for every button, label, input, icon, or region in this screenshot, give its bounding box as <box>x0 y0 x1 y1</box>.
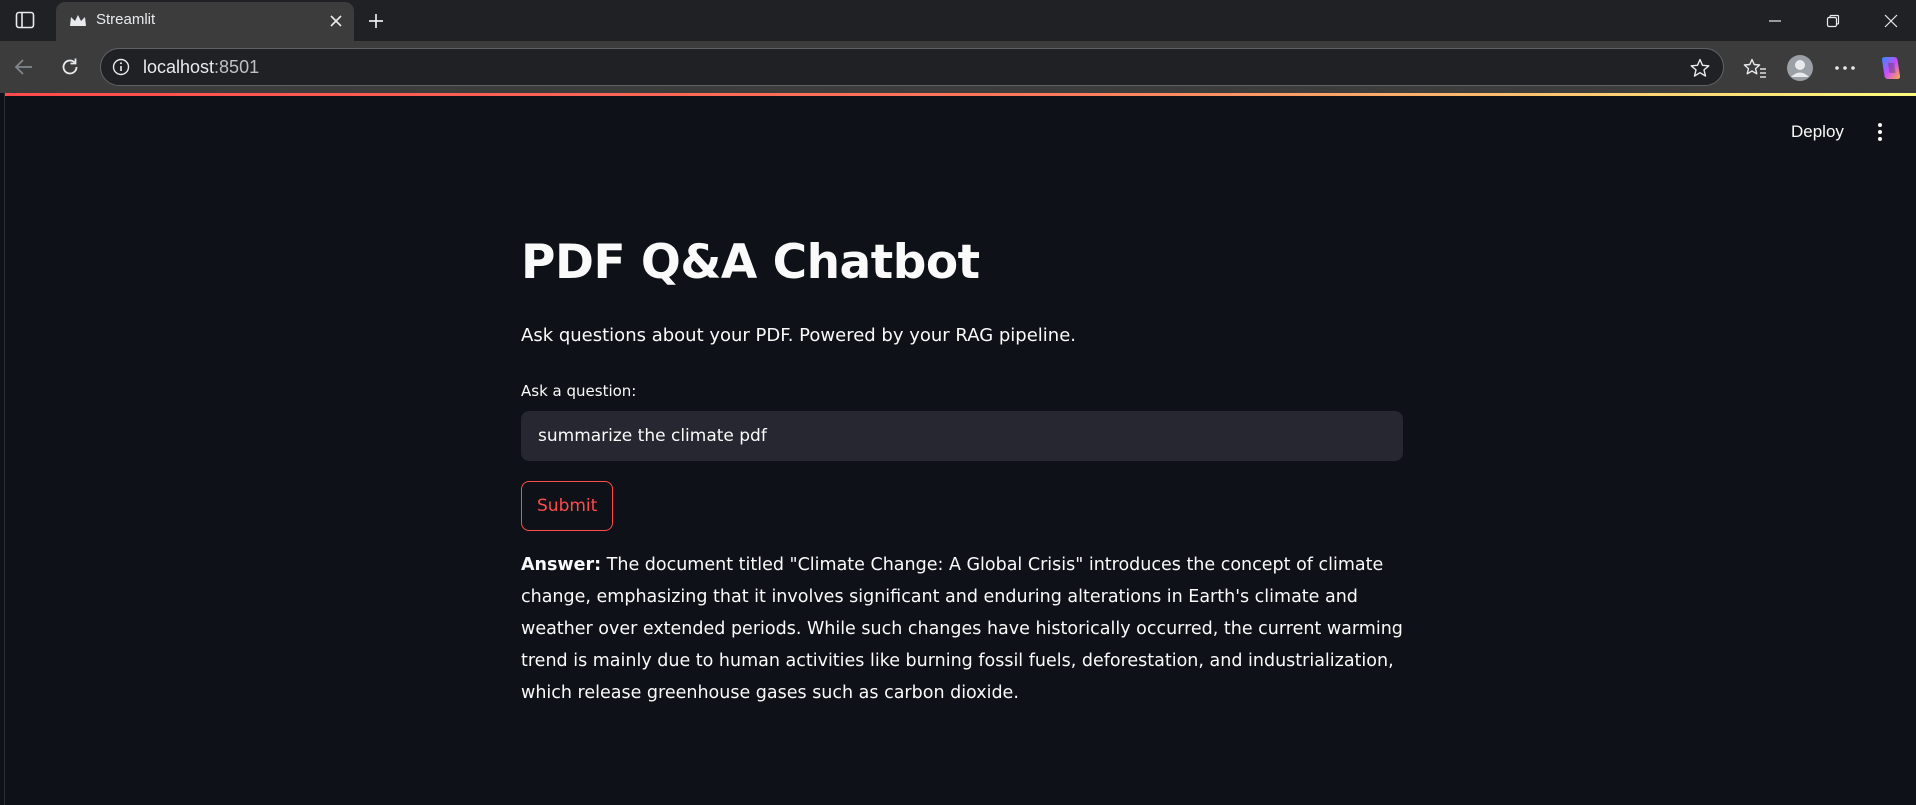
reload-icon[interactable] <box>56 53 84 81</box>
address-bar[interactable]: localhost:8501 <box>100 48 1724 86</box>
answer-text: Answer: The document titled "Climate Cha… <box>521 549 1405 709</box>
more-vertical-icon[interactable] <box>1865 117 1895 147</box>
answer-body: The document titled "Climate Change: A G… <box>521 555 1403 703</box>
more-horizontal-icon[interactable] <box>1830 53 1860 83</box>
copilot-icon[interactable] <box>1876 53 1906 83</box>
favorites-icon[interactable] <box>1740 53 1770 83</box>
submit-button[interactable]: Submit <box>521 481 614 531</box>
minimize-icon[interactable] <box>1762 8 1788 34</box>
star-icon[interactable] <box>1689 57 1711 79</box>
url-text: localhost:8501 <box>143 57 260 77</box>
streamlit-crown-icon <box>68 12 88 30</box>
restore-icon[interactable] <box>1820 8 1846 34</box>
close-icon[interactable] <box>326 11 346 31</box>
sidebar-icon[interactable] <box>14 10 36 30</box>
browser-tab-bar: Streamlit <box>0 0 1916 41</box>
tab-title: Streamlit <box>96 11 156 28</box>
question-label: Ask a question: <box>521 382 637 400</box>
info-icon[interactable] <box>111 57 131 77</box>
answer-label: Answer: <box>521 555 602 575</box>
deploy-button[interactable]: Deploy <box>1781 117 1854 147</box>
question-input[interactable] <box>521 411 1403 461</box>
page-title: PDF Q&A Chatbot <box>521 235 980 290</box>
browser-tab[interactable]: Streamlit <box>56 2 354 41</box>
header-decoration <box>5 93 1916 96</box>
profile-icon[interactable] <box>1785 53 1815 83</box>
back-arrow-icon[interactable] <box>10 53 38 81</box>
page-subtitle: Ask questions about your PDF. Powered by… <box>521 325 1076 346</box>
close-window-icon[interactable] <box>1878 8 1904 34</box>
plus-icon[interactable] <box>364 9 388 33</box>
app-viewport: Deploy PDF Q&A Chatbot Ask questions abo… <box>4 93 1916 805</box>
browser-toolbar: localhost:8501 <box>0 41 1916 93</box>
